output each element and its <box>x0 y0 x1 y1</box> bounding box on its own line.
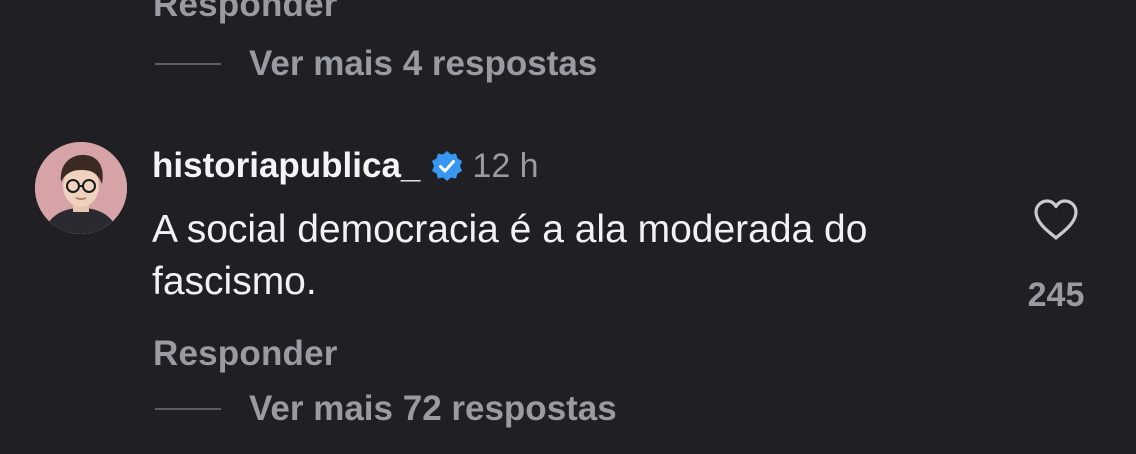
prev-reply-button[interactable]: Responder <box>153 0 338 25</box>
thread-line <box>155 63 221 65</box>
username[interactable]: historiapublica_ <box>152 146 420 186</box>
avatar[interactable] <box>35 142 127 234</box>
heart-outline-icon <box>1034 199 1078 240</box>
view-more-replies[interactable]: Ver mais 72 respostas <box>155 387 617 431</box>
comment-timestamp: 12 h <box>472 146 539 185</box>
comment-header: historiapublica_ 12 h <box>152 142 539 190</box>
view-more-replies-label: Ver mais 72 respostas <box>249 389 617 428</box>
prev-view-more-replies[interactable]: Ver mais 4 respostas <box>155 42 597 86</box>
thread-line <box>155 408 221 410</box>
verified-badge-icon <box>430 149 464 183</box>
like-count: 245 <box>1027 276 1085 314</box>
prev-view-more-replies-label: Ver mais 4 respostas <box>249 44 598 83</box>
avatar-image <box>35 142 127 234</box>
reply-button[interactable]: Responder <box>153 334 338 374</box>
comment-text: A social democracia é a ala moderada do … <box>152 208 868 303</box>
like-button[interactable] <box>1032 198 1080 242</box>
